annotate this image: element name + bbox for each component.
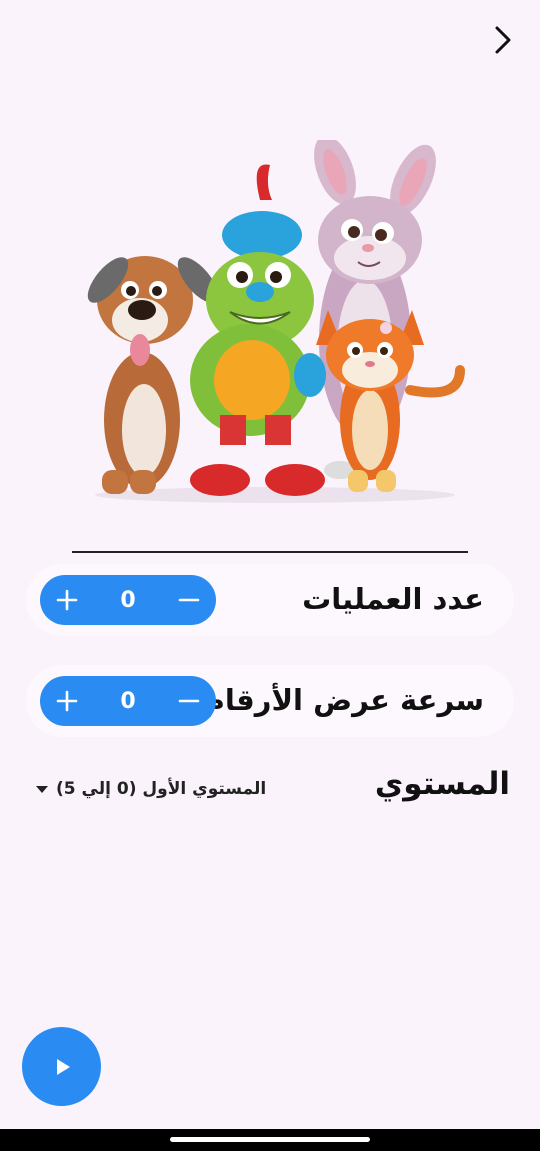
display-speed-value: 0 [120, 688, 136, 714]
display-speed-increment-button[interactable] [54, 688, 80, 714]
operations-count-label: عدد العمليات [302, 582, 484, 616]
monster-character-image [190, 164, 326, 496]
play-icon [56, 1058, 70, 1075]
level-dropdown[interactable]: المستوي الأول (0 إلي 5) [36, 776, 266, 802]
operations-count-stepper: 0 [40, 575, 216, 625]
operations-count-decrement-button[interactable] [176, 587, 202, 613]
display-speed-decrement-button[interactable] [176, 688, 202, 714]
display-speed-label: سرعة عرض الأرقام [203, 683, 484, 717]
plus-icon [56, 589, 78, 611]
divider [72, 551, 468, 553]
level-selected-value: المستوي الأول (0 إلي 5) [56, 779, 267, 799]
level-label: المستوي [374, 766, 510, 802]
system-navigation-bar [0, 1129, 540, 1151]
operations-count-value: 0 [120, 587, 136, 613]
plus-icon [56, 690, 78, 712]
minus-icon [178, 598, 200, 602]
minus-icon [178, 699, 200, 703]
start-button[interactable] [22, 1027, 101, 1106]
home-gesture-handle[interactable] [170, 1137, 370, 1142]
back-button[interactable] [486, 24, 518, 56]
caret-down-icon [36, 785, 48, 793]
display-speed-stepper: 0 [40, 676, 216, 726]
operations-count-increment-button[interactable] [54, 587, 80, 613]
cartoon-characters-illustration [87, 140, 465, 503]
chevron-right-icon [495, 26, 511, 54]
